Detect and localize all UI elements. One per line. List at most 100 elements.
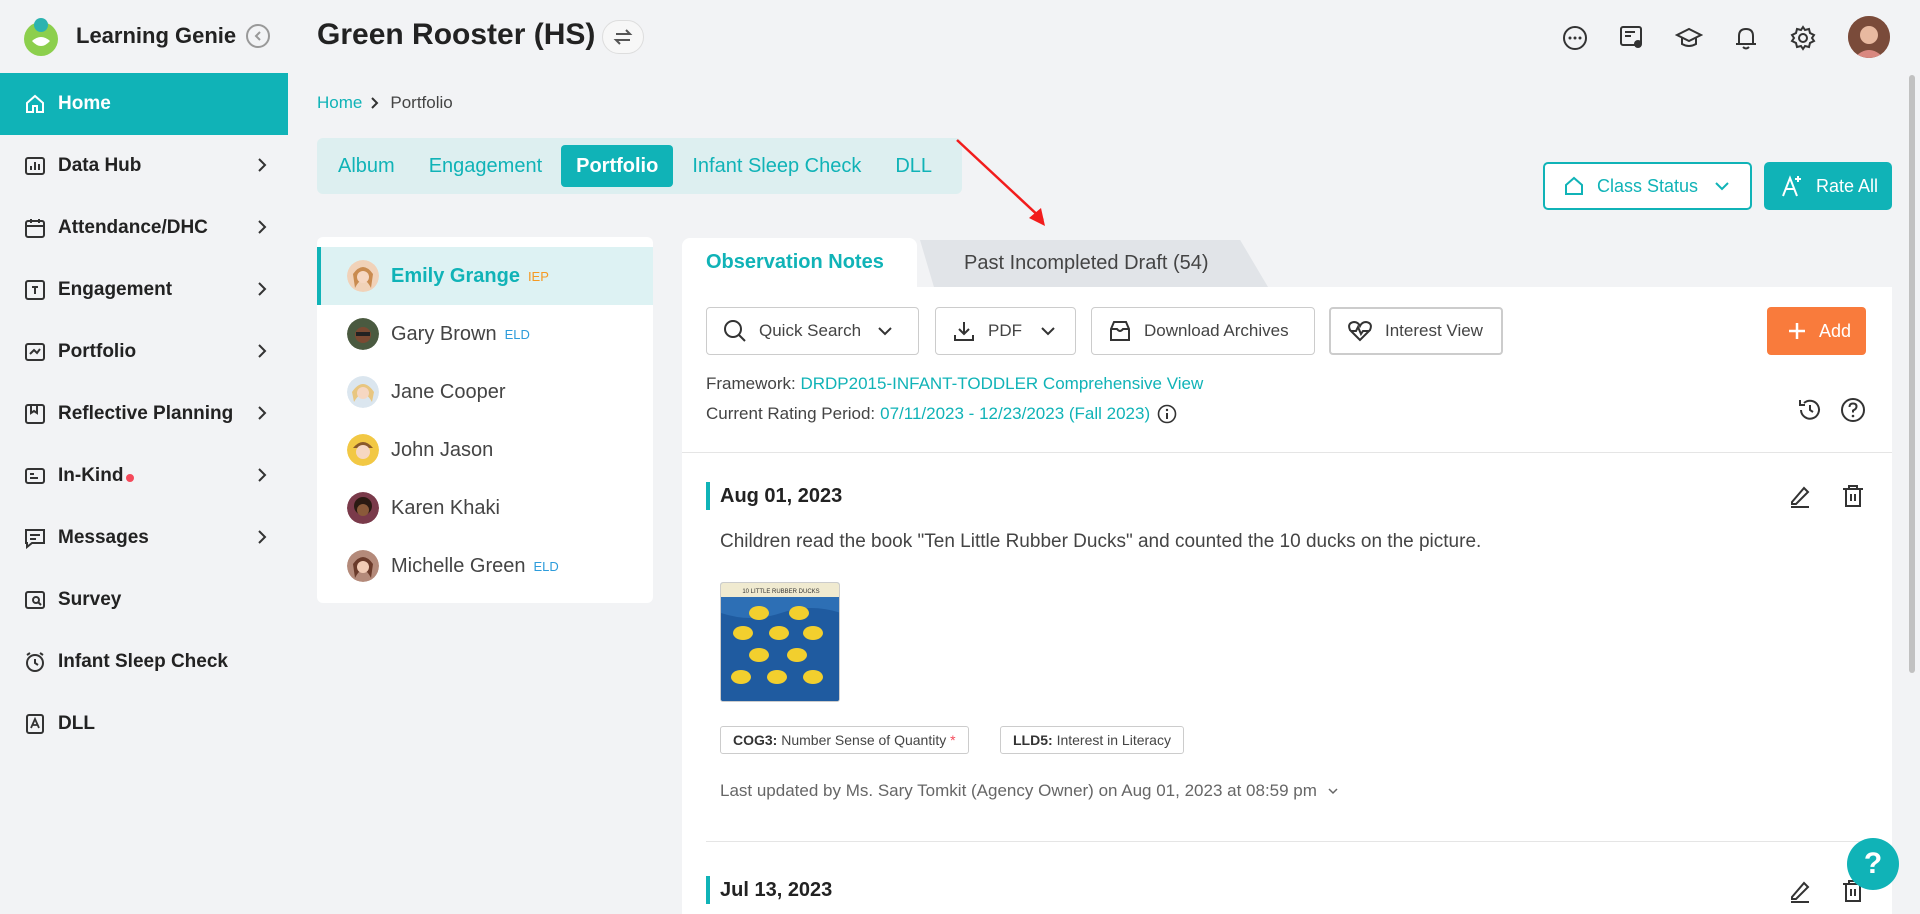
sidebar-item-dll[interactable]: DLL [0,693,288,755]
inkind-icon [25,468,45,484]
list-item[interactable]: Michelle Green ELD [317,537,653,595]
sidebar-item-engagement[interactable]: Engagement [0,259,288,321]
search-icon [724,320,746,342]
chart-icon [25,157,45,175]
sidebar-item-survey[interactable]: Survey [0,569,288,631]
top-header: Green Rooster (HS) [288,0,1920,76]
note-photo[interactable]: 10 LITTLE RUBBER DUCKS [720,582,840,702]
home-icon [1565,176,1583,195]
home-icon [26,94,44,113]
avatar [347,550,379,582]
framework-link[interactable]: DRDP2015-INFANT-TODDLER Comprehensive Vi… [800,374,1203,393]
sidebar-item-label: Messages [58,527,149,548]
domain-tag: LLD5: Interest in Literacy [1000,726,1184,754]
chevron-right-icon [258,158,267,172]
scrollbar[interactable] [1909,75,1915,673]
tab-past-incompleted-draft[interactable]: Past Incompleted Draft (54) [920,240,1268,287]
history-icon[interactable] [1797,397,1823,423]
sidebar-item-data-hub[interactable]: Data Hub [0,135,288,197]
chevron-down-icon [1041,327,1055,336]
gear-icon[interactable] [1789,24,1817,52]
pdf-dropdown[interactable]: PDF [935,307,1076,355]
sidebar-item-label: Home [58,93,111,114]
bell-icon[interactable] [1732,24,1760,52]
chat-icon[interactable] [1561,24,1589,52]
sidebar-item-label: Attendance/DHC [58,217,208,238]
tab-dll[interactable]: DLL [880,145,947,187]
help-button[interactable]: ? [1847,838,1899,890]
tab-portfolio[interactable]: Portfolio [561,145,674,187]
sidebar-item-label: In-Kind [58,465,124,486]
download-archives-button[interactable]: Download Archives [1091,307,1315,355]
sidebar-item-infant-sleep-check[interactable]: Infant Sleep Check [0,631,288,693]
heart-pulse-icon [1348,320,1372,342]
edit-icon[interactable] [1787,878,1813,904]
list-item[interactable]: Jane Cooper [317,363,653,421]
switch-class-button[interactable] [602,20,644,54]
breadcrumb-home-link[interactable]: Home [317,93,362,113]
tab-infant-sleep-check[interactable]: Infant Sleep Check [677,145,876,187]
trash-icon[interactable] [1840,483,1866,509]
chevron-right-icon [258,282,267,296]
sidebar-item-label: Portfolio [58,341,137,362]
sidebar-item-messages[interactable]: Messages [0,507,288,569]
divider [706,841,1868,842]
list-item[interactable]: Gary Brown ELD [317,305,653,363]
class-status-dropdown[interactable]: Class Status [1543,162,1752,210]
note-date: Jul 13, 2023 [706,876,832,904]
avatar [347,492,379,524]
tag-code: COG3: [733,732,778,748]
sidebar-item-in-kind[interactable]: In-Kind [0,445,288,507]
sidebar-item-attendance[interactable]: Attendance/DHC [0,197,288,259]
calendar-icon [25,219,45,238]
sidebar-item-label: DLL [58,713,95,734]
interest-view-button[interactable]: Interest View [1329,307,1503,355]
list-item[interactable]: John Jason [317,421,653,479]
rating-period-value[interactable]: 07/11/2023 - 12/23/2023 (Fall 2023) [880,404,1150,424]
chevron-right-icon [258,220,267,234]
chevron-right-icon [258,468,267,482]
child-name: Emily Grange [391,264,520,287]
child-name: Karen Khaki [391,496,500,519]
child-name: Jane Cooper [391,380,506,403]
sidebar-item-portfolio[interactable]: Portfolio [0,321,288,383]
edit-icon[interactable] [1787,483,1813,509]
tab-engagement[interactable]: Engagement [414,145,557,187]
download-icon [954,322,974,341]
tab-observation-notes[interactable]: Observation Notes [682,238,917,287]
quick-search-dropdown[interactable]: Quick Search [706,307,919,355]
sidebar-item-home[interactable]: Home [0,73,288,135]
download-archives-label: Download Archives [1144,321,1289,340]
plus-icon [1789,323,1805,339]
framework-line: Framework: DRDP2015-INFANT-TODDLER Compr… [706,374,1203,394]
help-circle-icon[interactable] [1840,397,1866,423]
report-icon[interactable] [1618,24,1646,52]
avatar[interactable] [1848,16,1890,58]
add-button[interactable]: Add [1767,307,1866,355]
interest-view-label: Interest View [1385,321,1483,340]
divider [682,452,1892,453]
chevron-down-icon [1715,182,1729,191]
rate-all-button[interactable]: Rate All [1764,162,1892,210]
list-item[interactable]: Emily Grange IEP [317,247,653,305]
dll-icon [26,714,44,734]
chevron-down-icon [1328,788,1338,795]
sidebar-item-reflective-planning[interactable]: Reflective Planning [0,383,288,445]
sidebar-item-label: Engagement [58,279,173,300]
tab-album[interactable]: Album [323,145,410,187]
last-updated[interactable]: Last updated by Ms. Sary Tomkit (Agency … [720,781,1339,801]
breadcrumb: Home Portfolio [317,93,453,113]
tag-name: Interest in Literacy [1056,732,1171,748]
add-label: Add [1819,320,1852,341]
message-icon [25,529,45,549]
list-item[interactable]: Karen Khaki [317,479,653,537]
info-icon[interactable] [1157,404,1177,424]
sidebar-item-label: Data Hub [58,155,142,176]
class-title: Green Rooster (HS) [317,18,596,51]
avatar [347,434,379,466]
graduation-cap-icon[interactable] [1675,24,1703,52]
child-name: Gary Brown [391,322,497,345]
eld-badge: ELD [533,558,559,574]
collapse-sidebar-icon[interactable] [246,24,270,48]
eld-badge: ELD [504,326,530,342]
